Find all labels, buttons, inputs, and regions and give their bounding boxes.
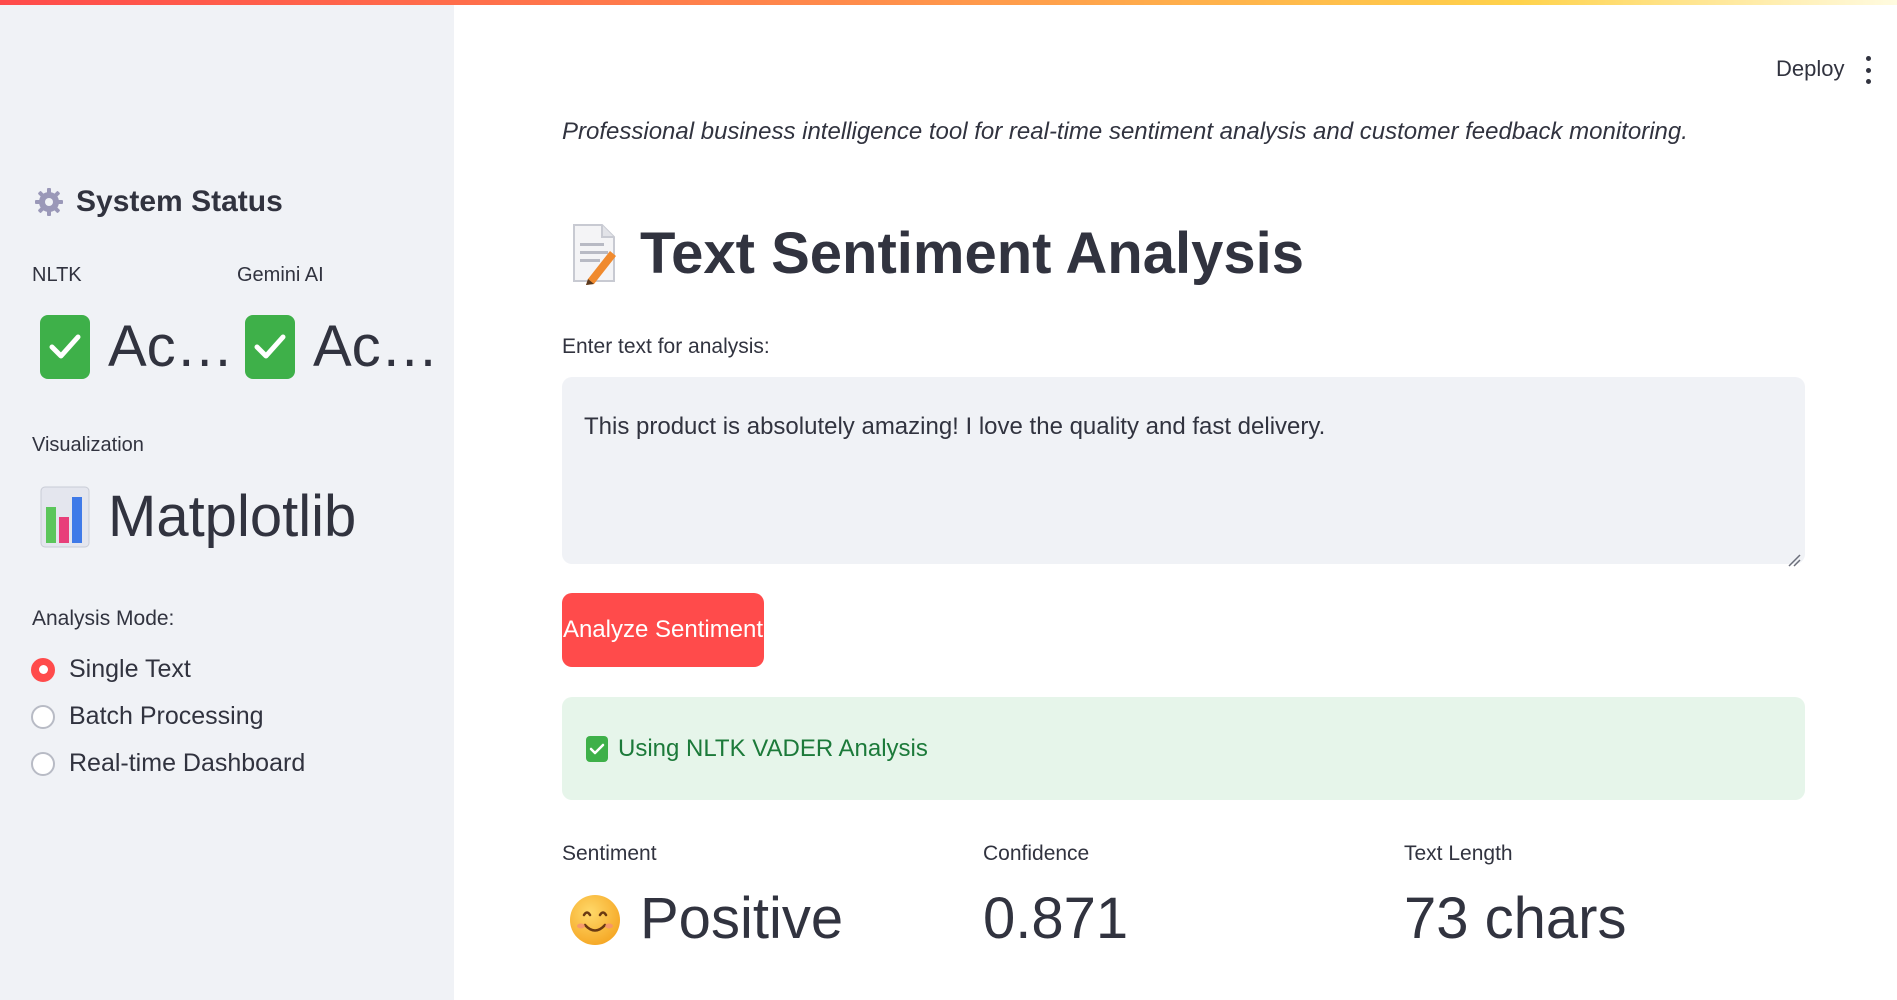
memo-icon [570,221,620,287]
page-caption: Professional business intelligence tool … [562,118,1688,145]
text-length-metric-value: 73 chars [1404,886,1627,951]
gemini-metric-label: Gemini AI [237,264,324,286]
radio-option-label: Single Text [69,655,191,683]
success-alert-text: Using NLTK VADER Analysis [618,734,928,762]
confidence-metric-value: 0.871 [983,886,1129,951]
nltk-metric-text: Ac… [108,314,234,379]
analyze-sentiment-button[interactable]: Analyze Sentiment [562,593,764,667]
resize-handle-icon[interactable] [1787,546,1801,567]
check-mark-button-icon [40,314,90,379]
page-title-text: Text Sentiment Analysis [640,221,1304,286]
text-length-metric-label: Text Length [1404,842,1513,865]
radio-unselected-icon[interactable] [31,704,55,729]
gemini-metric-text: Ac… [313,314,439,379]
text-input-label: Enter text for analysis: [562,335,770,358]
sentiment-metric-text: Positive [640,886,844,951]
gemini-metric-value: Ac… [245,313,439,380]
sentiment-metric-label: Sentiment [562,842,657,865]
radio-option-label: Real-time Dashboard [69,749,306,777]
bar-chart-icon [40,485,90,549]
radio-option-label: Batch Processing [69,702,264,730]
page-title: Text Sentiment Analysis [570,220,1304,287]
text-analysis-input[interactable]: This product is absolutely amazing! I lo… [562,377,1805,567]
visualization-metric-text: Matplotlib [108,484,357,549]
visualization-metric-value: Matplotlib [40,483,356,550]
visualization-metric-label: Visualization [32,434,144,456]
success-alert: Using NLTK VADER Analysis [562,697,1805,800]
gear-icon [34,187,64,217]
nltk-metric-value: Ac… [40,313,234,380]
deploy-button[interactable]: Deploy [1776,56,1844,82]
radio-option-batch-processing[interactable]: Batch Processing [31,702,264,731]
vertical-ellipsis-icon[interactable] [1862,56,1874,84]
system-status-heading: System Status [34,185,283,219]
nltk-metric-label: NLTK [32,264,82,286]
radio-selected-icon[interactable] [31,657,55,682]
smiling-face-icon [568,886,622,952]
system-status-heading-text: System Status [76,185,283,218]
analysis-mode-label: Analysis Mode: [32,607,175,630]
confidence-metric-label: Confidence [983,842,1090,865]
check-mark-button-icon [586,735,608,762]
sidebar: System Status NLTK Ac… Gemini AI Ac… Vis… [0,5,454,1000]
radio-option-single-text[interactable]: Single Text [31,655,191,684]
check-mark-button-icon [245,314,295,379]
radio-unselected-icon[interactable] [31,751,55,776]
text-analysis-input-value[interactable]: This product is absolutely amazing! I lo… [584,413,1325,440]
radio-option-real-time-dashboard[interactable]: Real-time Dashboard [31,749,305,778]
sentiment-metric-value: Positive [568,885,843,952]
